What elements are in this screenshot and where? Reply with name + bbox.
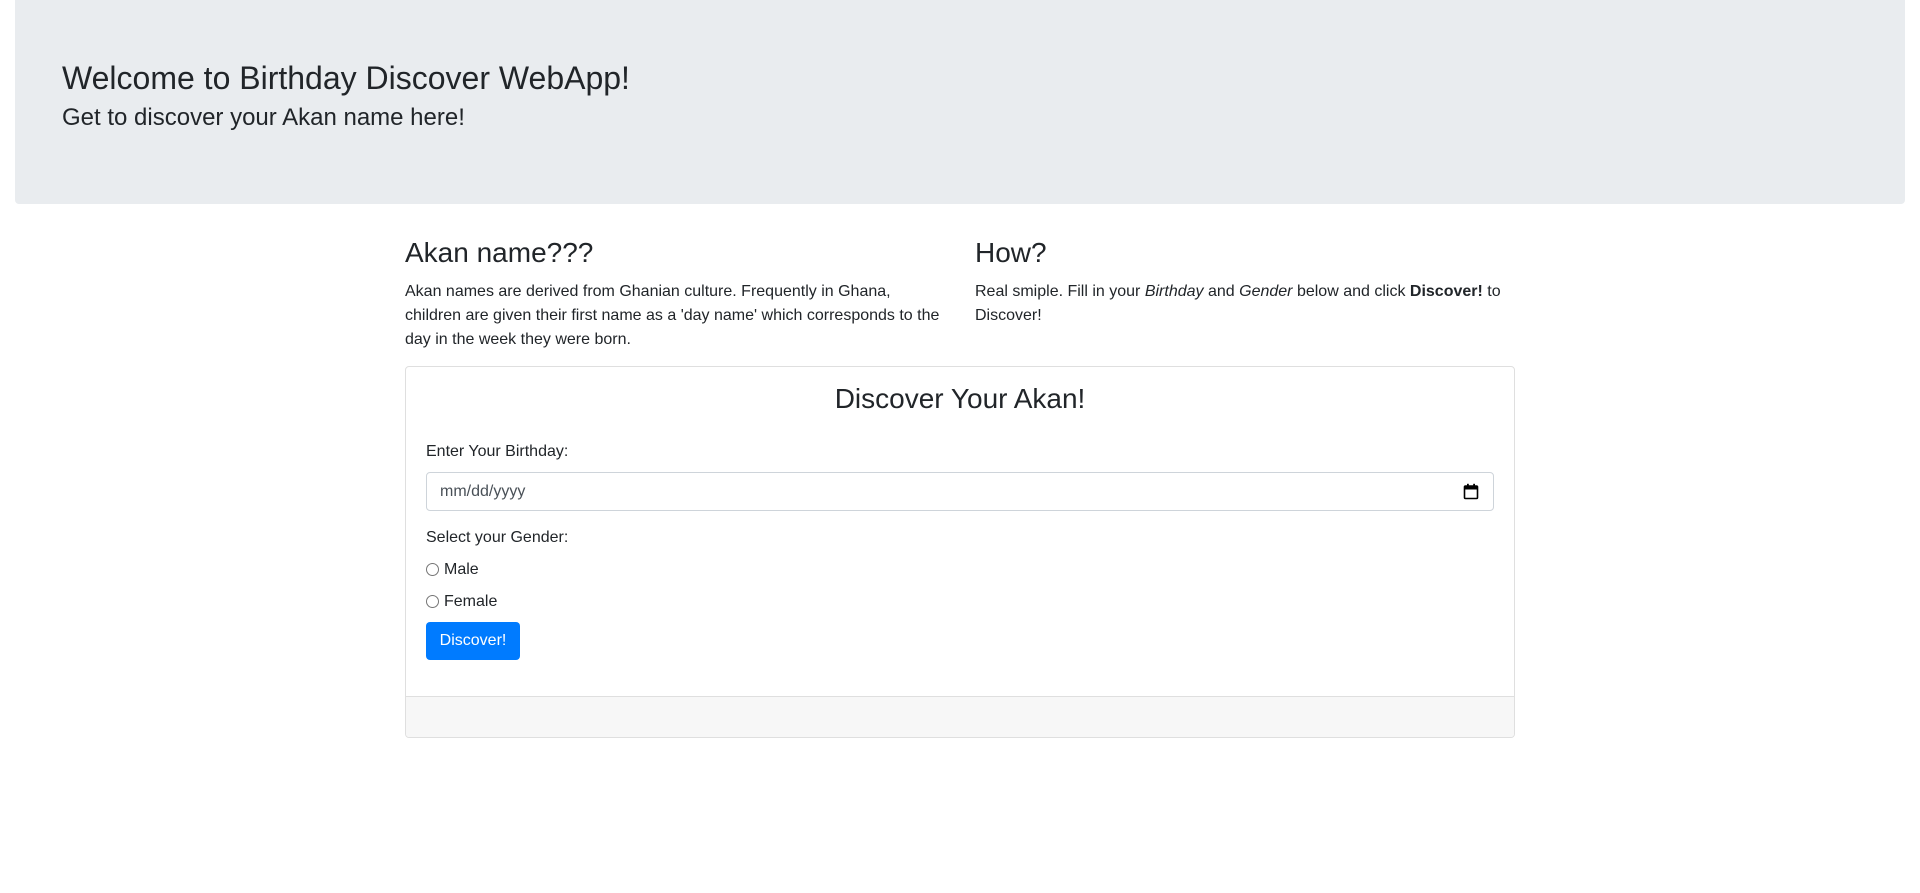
how-section: How? Real smiple. Fill in your Birthday … — [975, 236, 1520, 328]
calendar-icon[interactable] — [1463, 483, 1479, 500]
how-discover-strong: Discover! — [1409, 283, 1483, 300]
how-text-part: below and click — [1292, 283, 1410, 300]
how-birthday-emphasis: Birthday — [1144, 283, 1204, 300]
how-text-part: Real smiple. Fill in your — [975, 283, 1145, 300]
discover-button[interactable]: Discover! — [426, 622, 520, 660]
birthday-placeholder: mm/dd/yyyy — [440, 483, 526, 500]
form-title: Discover Your Akan! — [834, 383, 1086, 414]
gender-label: Select your Gender: — [426, 529, 569, 546]
how-text: Real smiple. Fill in your Birthday and G… — [975, 280, 1520, 328]
female-label: Female — [444, 593, 498, 610]
about-text: Akan names are derived from Ghanian cult… — [405, 283, 940, 348]
about-heading: Akan name??? — [405, 237, 594, 268]
how-heading: How? — [975, 237, 1047, 268]
page-subtitle: Get to discover your Akan name here! — [62, 104, 465, 131]
birthday-label: Enter Your Birthday: — [426, 443, 569, 460]
female-radio[interactable] — [426, 594, 439, 608]
page-title: Welcome to Birthday Discover WebApp! — [62, 60, 630, 96]
male-radio[interactable] — [426, 562, 439, 576]
card-footer — [406, 696, 1514, 737]
male-label: Male — [444, 561, 479, 578]
how-text-part: and — [1203, 283, 1240, 300]
birthday-date-input[interactable]: mm/dd/yyyy — [426, 472, 1494, 511]
header-jumbotron: Welcome to Birthday Discover WebApp! Get… — [15, 0, 1905, 204]
how-gender-emphasis: Gender — [1239, 283, 1293, 300]
about-section: Akan name??? Akan names are derived from… — [405, 236, 950, 352]
discover-form-card: Discover Your Akan! Enter Your Birthday:… — [405, 366, 1515, 738]
gender-option-female[interactable]: Female — [426, 592, 497, 612]
gender-option-male[interactable]: Male — [426, 560, 479, 580]
